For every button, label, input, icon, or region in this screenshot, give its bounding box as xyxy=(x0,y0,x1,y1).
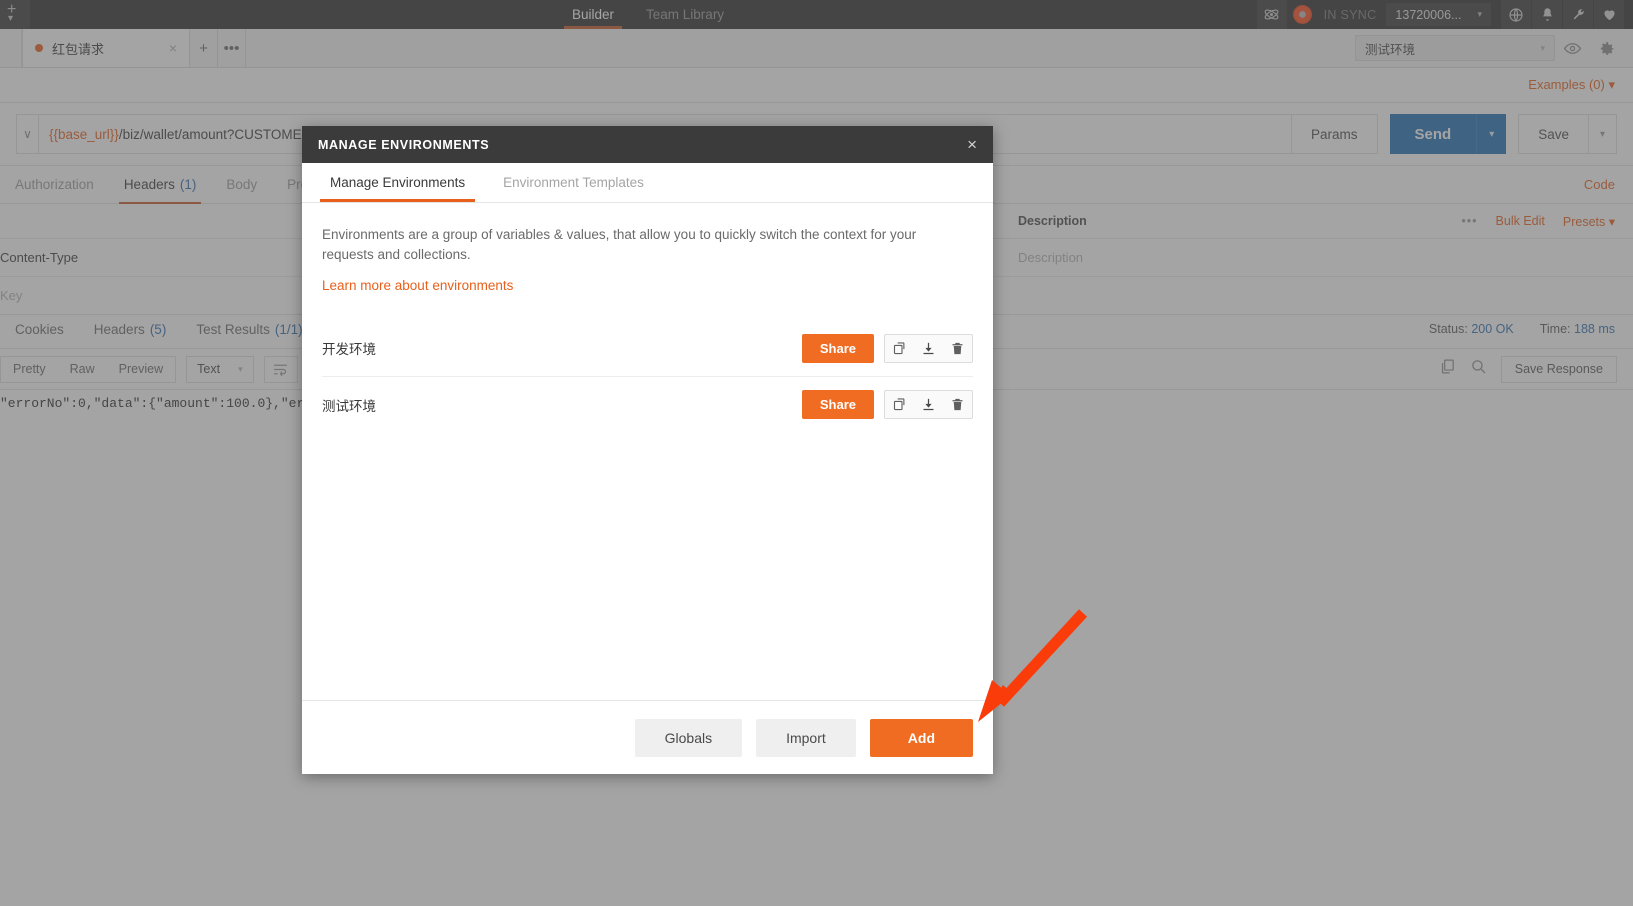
list-item[interactable]: 测试环境 Share xyxy=(322,377,973,433)
environment-icon-group xyxy=(884,333,973,363)
trash-icon[interactable] xyxy=(943,391,972,418)
tab-manage-environments-label: Manage Environments xyxy=(330,175,466,190)
download-icon[interactable] xyxy=(914,391,943,418)
tab-manage-environments[interactable]: Manage Environments xyxy=(320,163,476,202)
duplicate-icon[interactable] xyxy=(885,335,914,362)
environment-row-actions: Share xyxy=(801,333,973,363)
trash-icon[interactable] xyxy=(943,335,972,362)
environment-name: 测试环境 xyxy=(322,398,376,414)
modal-tabs: Manage Environments Environment Template… xyxy=(302,163,993,203)
close-icon[interactable]: × xyxy=(967,136,977,153)
import-button[interactable]: Import xyxy=(756,718,856,757)
duplicate-icon[interactable] xyxy=(885,391,914,418)
modal-body: Environments are a group of variables & … xyxy=(302,203,993,700)
download-icon[interactable] xyxy=(914,335,943,362)
manage-environments-modal: MANAGE ENVIRONMENTS × Manage Environment… xyxy=(302,126,993,774)
environment-name: 开发环境 xyxy=(322,342,376,357)
add-button[interactable]: Add xyxy=(869,718,973,757)
modal-footer: Globals Import Add xyxy=(302,700,993,774)
share-button[interactable]: Share xyxy=(801,390,874,419)
environment-list: 开发环境 Share 测试环境 Share xyxy=(322,321,973,433)
environment-icon-group xyxy=(884,390,973,419)
modal-description: Environments are a group of variables & … xyxy=(322,227,917,263)
list-item[interactable]: 开发环境 Share xyxy=(322,321,973,377)
share-button[interactable]: Share xyxy=(801,333,874,363)
modal-title: MANAGE ENVIRONMENTS xyxy=(318,137,490,152)
tab-environment-templates-label: Environment Templates xyxy=(503,175,644,190)
environment-row-actions: Share xyxy=(801,390,973,419)
learn-more-link[interactable]: Learn more about environments xyxy=(322,278,973,293)
tab-environment-templates[interactable]: Environment Templates xyxy=(493,163,654,202)
globals-button[interactable]: Globals xyxy=(634,718,743,757)
modal-header: MANAGE ENVIRONMENTS × xyxy=(302,126,993,163)
